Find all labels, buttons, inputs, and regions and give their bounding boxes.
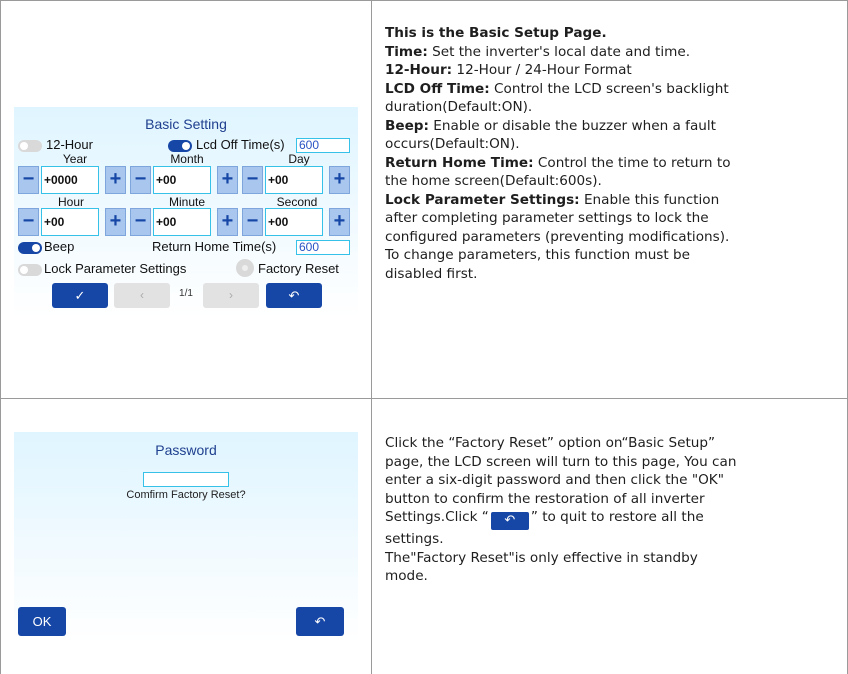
return-arrow-icon: ↶ [288,288,300,303]
lock-term: Lock Parameter Settings: [385,191,580,208]
prev-page-button[interactable]: ‹ [114,283,170,308]
day-minus-button[interactable]: − [242,166,263,194]
beep-text-1: Enable or disable the buzzer when a faul… [428,117,716,134]
lcd-term: LCD Off Time: [385,80,490,97]
lcd-off-toggle[interactable] [168,140,192,152]
year-value[interactable]: +0000 [41,166,99,194]
lcd-text-2: duration(Default:ON). [385,99,533,115]
lcd-text-1: Control the LCD screen's backlight [489,80,729,97]
lock-parameter-label: Lock Parameter Settings [44,261,187,276]
password-screen: Password Comfirm Factory Reset? OK ↶ [14,432,358,643]
next-page-button[interactable]: › [203,283,259,308]
month-value[interactable]: +00 [153,166,211,194]
minute-plus-button[interactable]: + [217,208,238,236]
desc2-line3: enter a six-digit password and then clic… [385,472,724,488]
chevron-left-icon: ‹ [140,288,144,302]
lock-text-2: after completing parameter settings to l… [385,210,709,226]
minute-label: Minute [168,195,206,209]
hour-minus-button[interactable]: − [18,208,39,236]
basic-setting-title: Basic Setting [145,116,227,132]
return-home-time-field[interactable]: 600 [296,240,350,255]
table-row-divider [0,398,848,399]
beep-term: Beep: [385,117,429,134]
password-title: Password [155,442,217,458]
lock-text-5: disabled first. [385,265,478,282]
desc2-line8: mode. [385,568,428,584]
ok-button[interactable]: OK [18,607,66,636]
desc2-line2: page, the LCD screen will turn to this p… [385,453,737,470]
desc2-line6: settings. [385,531,444,547]
lcd-off-label: Lcd Off Time(s) [196,137,285,152]
lock-parameter-toggle[interactable] [18,264,42,276]
second-plus-button[interactable]: + [329,208,350,236]
desc2-line7: The"Factory Reset"is only effective in s… [385,549,698,566]
hour12-label: 12-Hour [46,137,93,152]
year-minus-button[interactable]: − [18,166,39,194]
second-value[interactable]: +00 [265,208,323,236]
inline-return-icon: ↶ [490,512,529,530]
hour12-toggle[interactable] [18,140,42,152]
hour12-text: 12-Hour / 24-Hour Format [452,62,632,78]
beep-label: Beep [44,239,75,254]
password-field[interactable] [143,472,229,487]
return-text-1: Control the time to return to [533,154,731,171]
minute-value[interactable]: +00 [153,208,211,236]
year-plus-button[interactable]: + [105,166,126,194]
check-icon: ✓ [74,288,86,303]
return-home-label: Return Home Time(s) [152,239,277,254]
return-term: Return Home Time: [385,154,534,171]
confirm-button[interactable]: ✓ [52,283,108,308]
minute-minus-button[interactable]: − [130,208,151,236]
factory-reset-description: Click the “Factory Reset” option on“Basi… [385,434,841,586]
table-border-top [0,0,848,1]
factory-reset-label[interactable]: Factory Reset [258,261,339,276]
return-arrow-icon: ↶ [314,614,326,629]
day-value[interactable]: +00 [265,166,323,194]
day-label: Day [288,152,310,166]
lcd-off-time-field[interactable]: 600 [296,138,350,153]
hour12-term: 12-Hour: [385,62,453,78]
desc2-line4: button to confirm the restoration of all… [385,490,705,507]
month-plus-button[interactable]: + [217,166,238,194]
lock-text-3: configured parameters (preventing modifi… [385,228,730,245]
basic-setup-description: This is the Basic Setup Page. Time: Set … [385,24,841,283]
description-heading: This is the Basic Setup Page. [385,25,607,41]
back-button[interactable]: ↶ [266,283,322,308]
time-text: Set the inverter's local date and time. [427,43,691,60]
confirm-reset-text: Comfirm Factory Reset? [126,489,246,501]
hour-label: Hour [57,195,84,209]
month-label: Month [170,152,204,166]
second-minus-button[interactable]: − [242,208,263,236]
lock-text-1: Enable this function [579,191,720,208]
desc2-line5a: Settings.Click “ [385,509,489,525]
day-plus-button[interactable]: + [329,166,350,194]
second-label: Second [276,195,318,209]
table-border-left [0,0,1,674]
time-term: Time: [385,43,428,60]
desc2-line5b: ” to quit to restore all the [530,509,704,525]
page-indicator: 1/1 [179,288,193,299]
return-text-2: the home screen(Default:600s). [385,173,602,189]
factory-reset-radio[interactable] [236,259,254,277]
year-label: Year [62,152,88,166]
beep-text-2: occurs(Default:ON). [385,136,520,152]
basic-setting-screen: Basic Setting 12-Hour Lcd Off Time(s) 60… [14,107,358,318]
chevron-right-icon: › [229,288,233,302]
lock-text-4: To change parameters, this function must… [385,247,691,263]
hour-plus-button[interactable]: + [105,208,126,236]
month-minus-button[interactable]: − [130,166,151,194]
password-back-button[interactable]: ↶ [296,607,344,636]
hour-value[interactable]: +00 [41,208,99,236]
desc2-line1: Click the “Factory Reset” option on“Basi… [385,435,716,451]
table-column-divider [371,0,372,674]
beep-toggle[interactable] [18,242,42,254]
